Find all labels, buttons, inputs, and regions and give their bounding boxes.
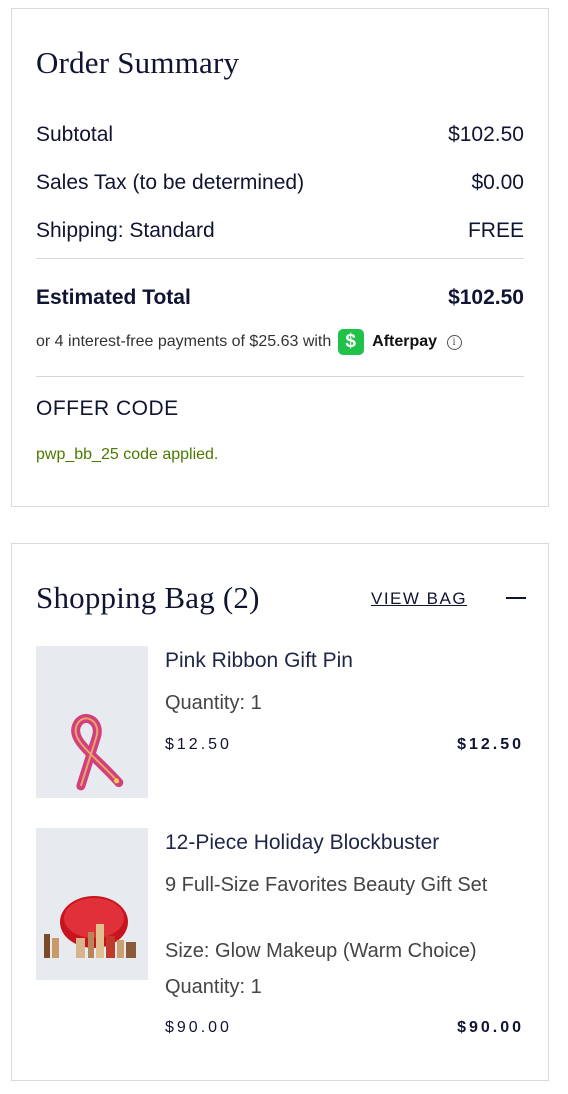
view-bag-link[interactable]: VIEW BAG [371,589,467,609]
offer-divider [36,376,524,377]
item-name[interactable]: Pink Ribbon Gift Pin [165,649,353,673]
estimated-total-label: Estimated Total [36,286,191,309]
pink-ribbon-pin-image[interactable] [36,646,148,798]
item-quantity: Quantity: 1 [165,692,262,714]
item-unit-price: $90.00 [165,1019,232,1036]
tax-value: $0.00 [471,171,524,194]
summary-divider [36,258,524,259]
item-subtitle: 9 Full-Size Favorites Beauty Gift Set [165,874,488,896]
item-size: Size: Glow Makeup (Warm Choice) [165,940,477,962]
item-total-price: $90.00 [457,1019,524,1036]
shipping-label: Shipping: Standard [36,219,215,242]
subtotal-value: $102.50 [448,123,524,146]
afterpay-text: or 4 interest-free payments of $25.63 wi… [36,333,332,350]
shopping-bag-title: Shopping Bag (2) [36,580,260,615]
afterpay-name: Afterpay [372,333,438,350]
subtotal-row: Subtotal $102.50 [36,123,524,151]
shopping-bag-card: Shopping Bag (2) VIEW BAG Pink Ribbon Gi… [11,543,549,1081]
holiday-blockbuster-image[interactable] [36,828,148,980]
order-summary-card: Order Summary Subtotal $102.50 Sales Tax… [11,8,549,507]
offer-code-applied-message: pwp_bb_25 code applied. [36,446,219,463]
order-summary-title: Order Summary [36,45,240,80]
shipping-row: Shipping: Standard FREE [36,219,524,247]
pink-ribbon-icon [71,714,124,791]
item-unit-price: $12.50 [165,736,232,753]
estimated-total-row: Estimated Total $102.50 [36,286,524,314]
afterpay-message: or 4 interest-free payments of $25.63 wi… [36,329,462,355]
estimated-total-value: $102.50 [448,286,524,309]
item-total-price: $12.50 [457,736,524,753]
makeup-set-icon [44,896,136,958]
info-icon[interactable]: i [446,334,462,350]
item-name[interactable]: 12-Piece Holiday Blockbuster [165,831,439,855]
collapse-minus-icon[interactable] [504,584,530,610]
shipping-value: FREE [467,219,524,242]
subtotal-label: Subtotal [36,123,114,146]
offer-code-title[interactable]: OFFER CODE [36,397,179,421]
afterpay-badge-icon: $ [337,329,364,355]
item-quantity: Quantity: 1 [165,976,262,998]
tax-label: Sales Tax (to be determined) [36,171,305,194]
tax-row: Sales Tax (to be determined) $0.00 [36,171,524,199]
